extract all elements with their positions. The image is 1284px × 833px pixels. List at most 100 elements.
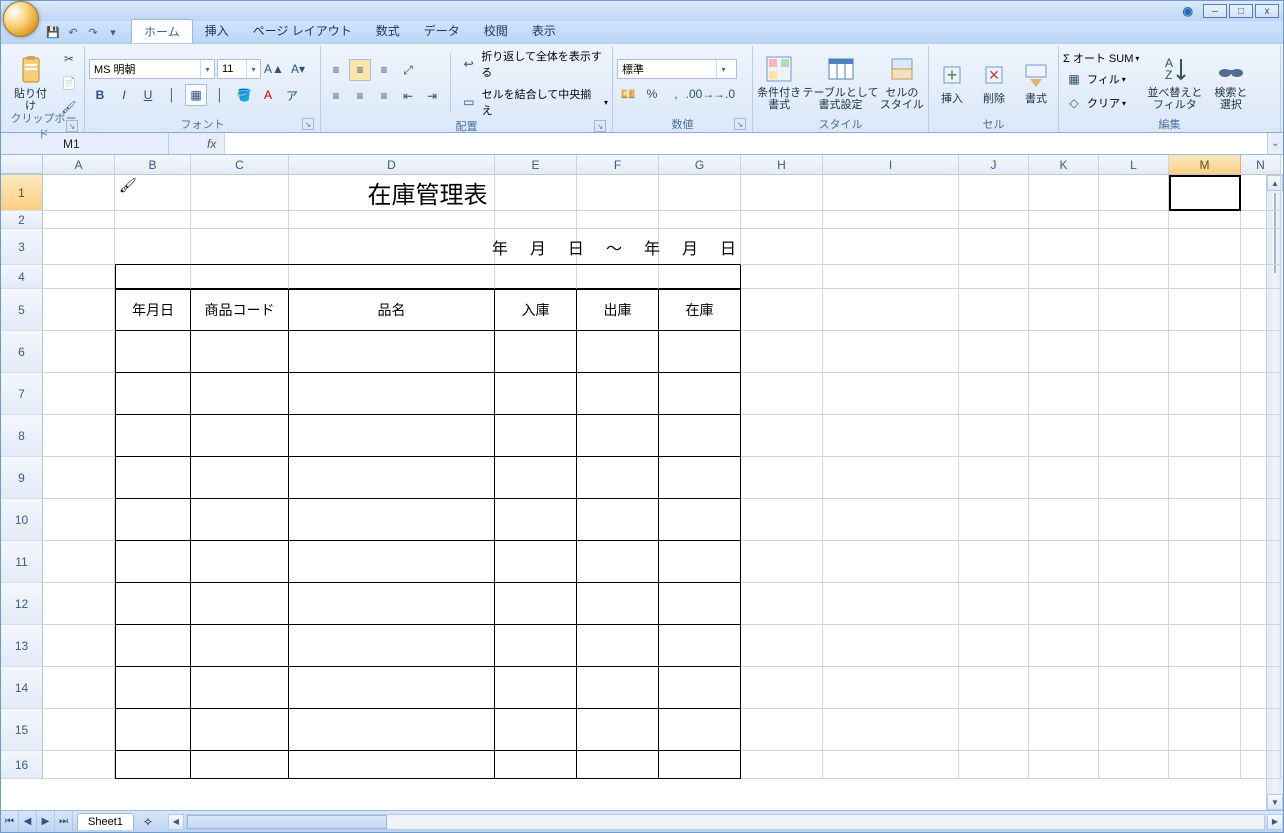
- table-cell[interactable]: [495, 541, 577, 583]
- cell[interactable]: [959, 175, 1029, 211]
- comma-button[interactable]: ,: [665, 83, 687, 105]
- col-header[interactable]: J: [959, 155, 1029, 174]
- table-cell[interactable]: [115, 373, 191, 415]
- formula-input[interactable]: [224, 133, 1267, 154]
- cell[interactable]: [1241, 625, 1281, 667]
- cell[interactable]: [959, 625, 1029, 667]
- row-header[interactable]: 5: [1, 289, 43, 331]
- cell[interactable]: [741, 583, 823, 625]
- clear-button[interactable]: ◇クリア ▾: [1063, 92, 1139, 114]
- sheet-tab[interactable]: Sheet1: [77, 813, 134, 830]
- align-top-button[interactable]: ≡: [325, 59, 347, 81]
- row-header[interactable]: 12: [1, 583, 43, 625]
- cell[interactable]: [823, 331, 959, 373]
- row-header[interactable]: 10: [1, 499, 43, 541]
- table-cell[interactable]: [191, 499, 289, 541]
- cell[interactable]: [1029, 229, 1099, 265]
- table-cell[interactable]: [289, 583, 495, 625]
- expand-formula-bar-button[interactable]: ⌄: [1267, 133, 1283, 154]
- cell[interactable]: [1099, 265, 1169, 289]
- table-cell[interactable]: [577, 667, 659, 709]
- font-name-combo[interactable]: ▾: [89, 59, 215, 79]
- table-cell[interactable]: [577, 499, 659, 541]
- cell[interactable]: [1169, 415, 1241, 457]
- table-cell[interactable]: [115, 541, 191, 583]
- cell[interactable]: [959, 373, 1029, 415]
- table-cell[interactable]: [577, 709, 659, 751]
- table-cell[interactable]: [495, 751, 577, 779]
- cell[interactable]: [1029, 265, 1099, 289]
- cell[interactable]: [741, 541, 823, 583]
- cell[interactable]: [1169, 289, 1241, 331]
- col-header[interactable]: E: [495, 155, 577, 174]
- dialog-launcher-icon[interactable]: ↘: [66, 120, 78, 132]
- cell[interactable]: [43, 415, 115, 457]
- table-cell[interactable]: [495, 499, 577, 541]
- cell[interactable]: [1099, 229, 1169, 265]
- cell[interactable]: [1029, 499, 1099, 541]
- table-cell[interactable]: [289, 499, 495, 541]
- cell[interactable]: [43, 751, 115, 779]
- row-header[interactable]: 6: [1, 331, 43, 373]
- cell[interactable]: [1099, 211, 1169, 229]
- cell[interactable]: [1099, 289, 1169, 331]
- spacer-cell[interactable]: [659, 265, 741, 289]
- select-all-corner[interactable]: [1, 155, 43, 174]
- table-cell[interactable]: [289, 331, 495, 373]
- cell[interactable]: [1241, 211, 1281, 229]
- currency-button[interactable]: 💴: [617, 83, 639, 105]
- cell[interactable]: [741, 415, 823, 457]
- cell[interactable]: [741, 625, 823, 667]
- table-cell[interactable]: [495, 457, 577, 499]
- cell[interactable]: [741, 265, 823, 289]
- spacer-cell[interactable]: [289, 265, 495, 289]
- table-cell[interactable]: [289, 709, 495, 751]
- table-cell[interactable]: [289, 625, 495, 667]
- col-header[interactable]: C: [191, 155, 289, 174]
- format-painter-floater-icon[interactable]: 🖌: [119, 177, 137, 195]
- table-cell[interactable]: [577, 457, 659, 499]
- table-cell[interactable]: [115, 415, 191, 457]
- sort-filter-button[interactable]: AZ 並べ替えと フィルタ: [1143, 51, 1206, 113]
- font-size-combo[interactable]: ▾: [217, 59, 261, 79]
- cell[interactable]: [823, 457, 959, 499]
- cell[interactable]: [1029, 175, 1099, 211]
- cell[interactable]: [823, 751, 959, 779]
- cell[interactable]: [1241, 709, 1281, 751]
- row-header[interactable]: 14: [1, 667, 43, 709]
- cell[interactable]: [959, 457, 1029, 499]
- cell[interactable]: [1169, 709, 1241, 751]
- cell[interactable]: [823, 541, 959, 583]
- row-header[interactable]: 16: [1, 751, 43, 779]
- cell[interactable]: [959, 583, 1029, 625]
- col-header[interactable]: G: [659, 155, 741, 174]
- cell[interactable]: [1099, 583, 1169, 625]
- grow-font-button[interactable]: A▲: [263, 58, 285, 80]
- phonetic-button[interactable]: ア: [281, 84, 303, 106]
- qat-redo-icon[interactable]: ↷: [85, 24, 101, 40]
- cell[interactable]: [289, 211, 495, 229]
- sheet-nav-prev[interactable]: ◀: [19, 811, 37, 832]
- table-cell[interactable]: [115, 625, 191, 667]
- merge-center-button[interactable]: ▭ セルを結合して中央揃え ▾: [458, 86, 608, 118]
- cell[interactable]: [43, 331, 115, 373]
- table-cell[interactable]: [495, 709, 577, 751]
- cell[interactable]: [1169, 211, 1241, 229]
- table-header-cell[interactable]: 品名: [289, 289, 495, 331]
- increase-decimal-button[interactable]: .00→: [689, 83, 711, 105]
- table-cell[interactable]: [659, 667, 741, 709]
- table-header-cell[interactable]: 年月日: [115, 289, 191, 331]
- cell[interactable]: [959, 229, 1029, 265]
- underline-button[interactable]: U: [137, 84, 159, 106]
- scroll-down-button[interactable]: ▼: [1267, 794, 1283, 810]
- cell[interactable]: [115, 211, 191, 229]
- table-cell[interactable]: [191, 625, 289, 667]
- cell[interactable]: [823, 289, 959, 331]
- table-cell[interactable]: [191, 667, 289, 709]
- col-header[interactable]: H: [741, 155, 823, 174]
- table-cell[interactable]: [577, 751, 659, 779]
- cell[interactable]: [1099, 373, 1169, 415]
- sheet-nav-next[interactable]: ▶: [37, 811, 55, 832]
- table-cell[interactable]: [659, 373, 741, 415]
- col-header[interactable]: D: [289, 155, 495, 174]
